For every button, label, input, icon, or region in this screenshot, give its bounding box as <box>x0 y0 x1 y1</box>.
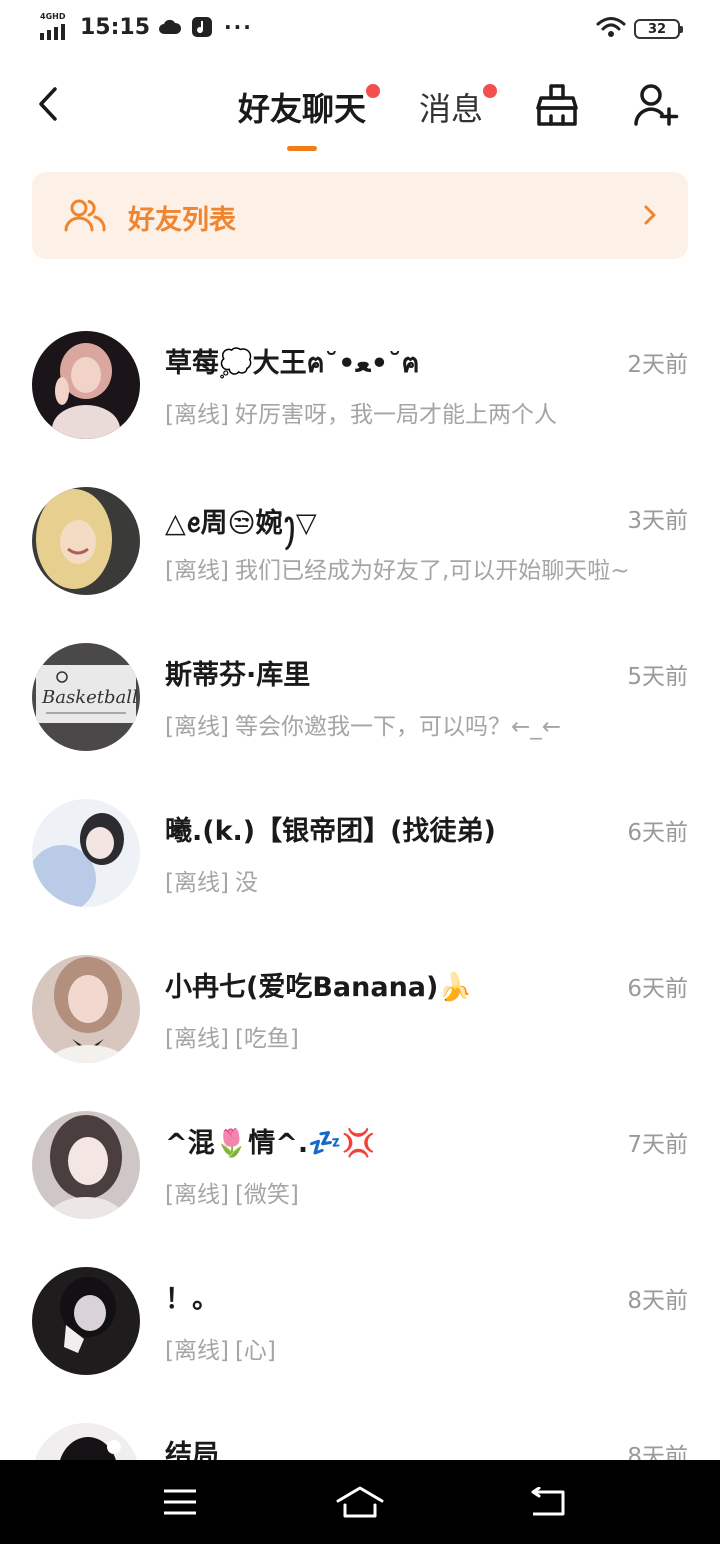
chat-row[interactable]: 小冉七(爱吃Banana)🍌 6天前 [离线] [吃鱼] <box>0 929 720 1085</box>
avatar[interactable] <box>32 799 140 907</box>
online-status: [离线] <box>165 870 229 896</box>
chat-row[interactable]: 草莓💭大王ฅ˘•ﻌ•˘ฅ 2天前 [离线] 好厉害呀，我一局才能上两个人 <box>0 305 720 461</box>
status-left: 4GHD 15:15 ··· <box>40 12 253 40</box>
contact-name: △ꫀ周😒婉ꫂ▽ <box>165 508 317 539</box>
online-status: [离线] <box>165 714 229 740</box>
friend-list-label: 好友列表 <box>128 205 236 236</box>
contact-name: 曦.(k.)【银帝团】(找徒弟) <box>165 816 496 847</box>
contact-name: 小冉七(爱吃Banana)🍌 <box>165 972 472 1003</box>
home-icon <box>336 1486 384 1518</box>
online-status: [离线] <box>165 1182 229 1208</box>
svg-text:Basketball: Basketball <box>41 687 138 708</box>
friends-icon <box>64 199 106 232</box>
music-app-icon <box>190 15 214 39</box>
return-icon <box>531 1487 565 1516</box>
chat-preview: [离线] 好厉害呀，我一局才能上两个人 <box>165 395 557 429</box>
chat-time: 5天前 <box>627 664 688 690</box>
chat-preview: [离线] 没 <box>165 863 258 897</box>
battery-level: 32 <box>647 21 667 37</box>
online-status: [离线] <box>165 402 229 428</box>
contact-name: 斯蒂芬·库里 <box>165 660 311 691</box>
chat-time: 6天前 <box>627 976 688 1002</box>
top-header: 好友聊天 消息 <box>0 70 720 160</box>
friend-list-banner[interactable]: 好友列表 <box>32 172 688 259</box>
chat-row[interactable]: ！。 8天前 [离线] [心] <box>0 1241 720 1397</box>
chat-time: 2天前 <box>627 352 688 378</box>
chat-row[interactable]: Basketball 斯蒂芬·库里 5天前 [离线] 等会你邀我一下，可以吗？←_… <box>0 617 720 773</box>
tab-friend-chat[interactable]: 好友聊天 <box>238 84 366 130</box>
tab-messages-label: 消息 <box>419 90 484 128</box>
cellular-signal-icon: 4GHD <box>40 12 72 40</box>
chat-row[interactable]: ^混🌷情^.💤💢 7天前 [离线] [微笑] <box>0 1085 720 1241</box>
back-arrow-icon <box>39 87 57 121</box>
tab-friend-chat-label: 好友聊天 <box>238 90 367 128</box>
chat-time: 7天前 <box>627 1132 688 1158</box>
tab-messages[interactable]: 消息 <box>419 84 483 130</box>
menu-icon <box>164 1489 196 1515</box>
avatar[interactable]: Basketball <box>32 643 140 751</box>
network-type: 4GHD <box>40 12 66 21</box>
clear-messages-button[interactable] <box>532 78 582 132</box>
last-message: 好厉害呀，我一局才能上两个人 <box>234 402 557 428</box>
system-nav-bar <box>0 1460 720 1544</box>
online-status: [离线] <box>165 558 229 584</box>
home-button[interactable] <box>330 1478 390 1526</box>
chat-preview: [离线] [心] <box>165 1331 276 1365</box>
recent-apps-button[interactable] <box>150 1478 210 1526</box>
broom-icon <box>536 84 578 126</box>
chevron-right-icon <box>644 205 656 225</box>
avatar[interactable] <box>32 1111 140 1219</box>
chat-row[interactable]: 曦.(k.)【银帝团】(找徒弟) 6天前 [离线] 没 <box>0 773 720 929</box>
back-nav-button[interactable] <box>518 1478 578 1526</box>
chat-preview: [离线] 等会你邀我一下，可以吗？←_← <box>165 707 561 741</box>
friend-chat-badge <box>366 84 380 98</box>
contact-name: ！。 <box>165 1284 219 1315</box>
add-user-icon <box>634 84 679 126</box>
chat-time: 8天前 <box>627 1288 688 1314</box>
chat-preview: [离线] [微笑] <box>165 1175 299 1209</box>
contact-name: 草莓💭大王ฅ˘•ﻌ•˘ฅ <box>165 348 420 379</box>
battery-indicator: 32 <box>634 19 683 39</box>
active-tab-indicator <box>287 146 317 151</box>
contact-name: ^混🌷情^.💤💢 <box>165 1128 376 1159</box>
avatar[interactable] <box>32 1267 140 1375</box>
status-right: 32 <box>596 16 683 42</box>
avatar[interactable] <box>32 487 140 595</box>
avatar[interactable] <box>32 331 140 439</box>
last-message: 等会你邀我一下，可以吗？←_← <box>234 714 561 740</box>
online-status: [离线] <box>165 1338 229 1364</box>
status-bar: 4GHD 15:15 ··· 32 <box>0 0 720 58</box>
back-button[interactable] <box>28 82 68 126</box>
last-message: [微笑] <box>234 1182 299 1208</box>
last-message: 我们已经成为好友了,可以开始聊天啦~ <box>234 558 630 584</box>
add-friend-button[interactable] <box>630 78 682 132</box>
last-message: [心] <box>234 1338 276 1364</box>
status-time: 15:15 <box>80 14 151 40</box>
last-message: [吃鱼] <box>234 1026 299 1052</box>
last-message: 没 <box>234 870 258 896</box>
chat-row[interactable]: △ꫀ周😒婉ꫂ▽ 3天前 [离线] 我们已经成为好友了,可以开始聊天啦~ <box>0 461 720 617</box>
more-notifications-icon: ··· <box>224 15 253 39</box>
chat-preview: [离线] [吃鱼] <box>165 1019 299 1053</box>
wifi-icon <box>596 16 626 42</box>
chat-preview: [离线] 我们已经成为好友了,可以开始聊天啦~ <box>165 551 630 585</box>
chat-time: 3天前 <box>627 508 688 534</box>
online-status: [离线] <box>165 1026 229 1052</box>
cloud-icon <box>158 15 182 39</box>
chat-time: 6天前 <box>627 820 688 846</box>
avatar[interactable] <box>32 955 140 1063</box>
messages-badge <box>483 84 497 98</box>
